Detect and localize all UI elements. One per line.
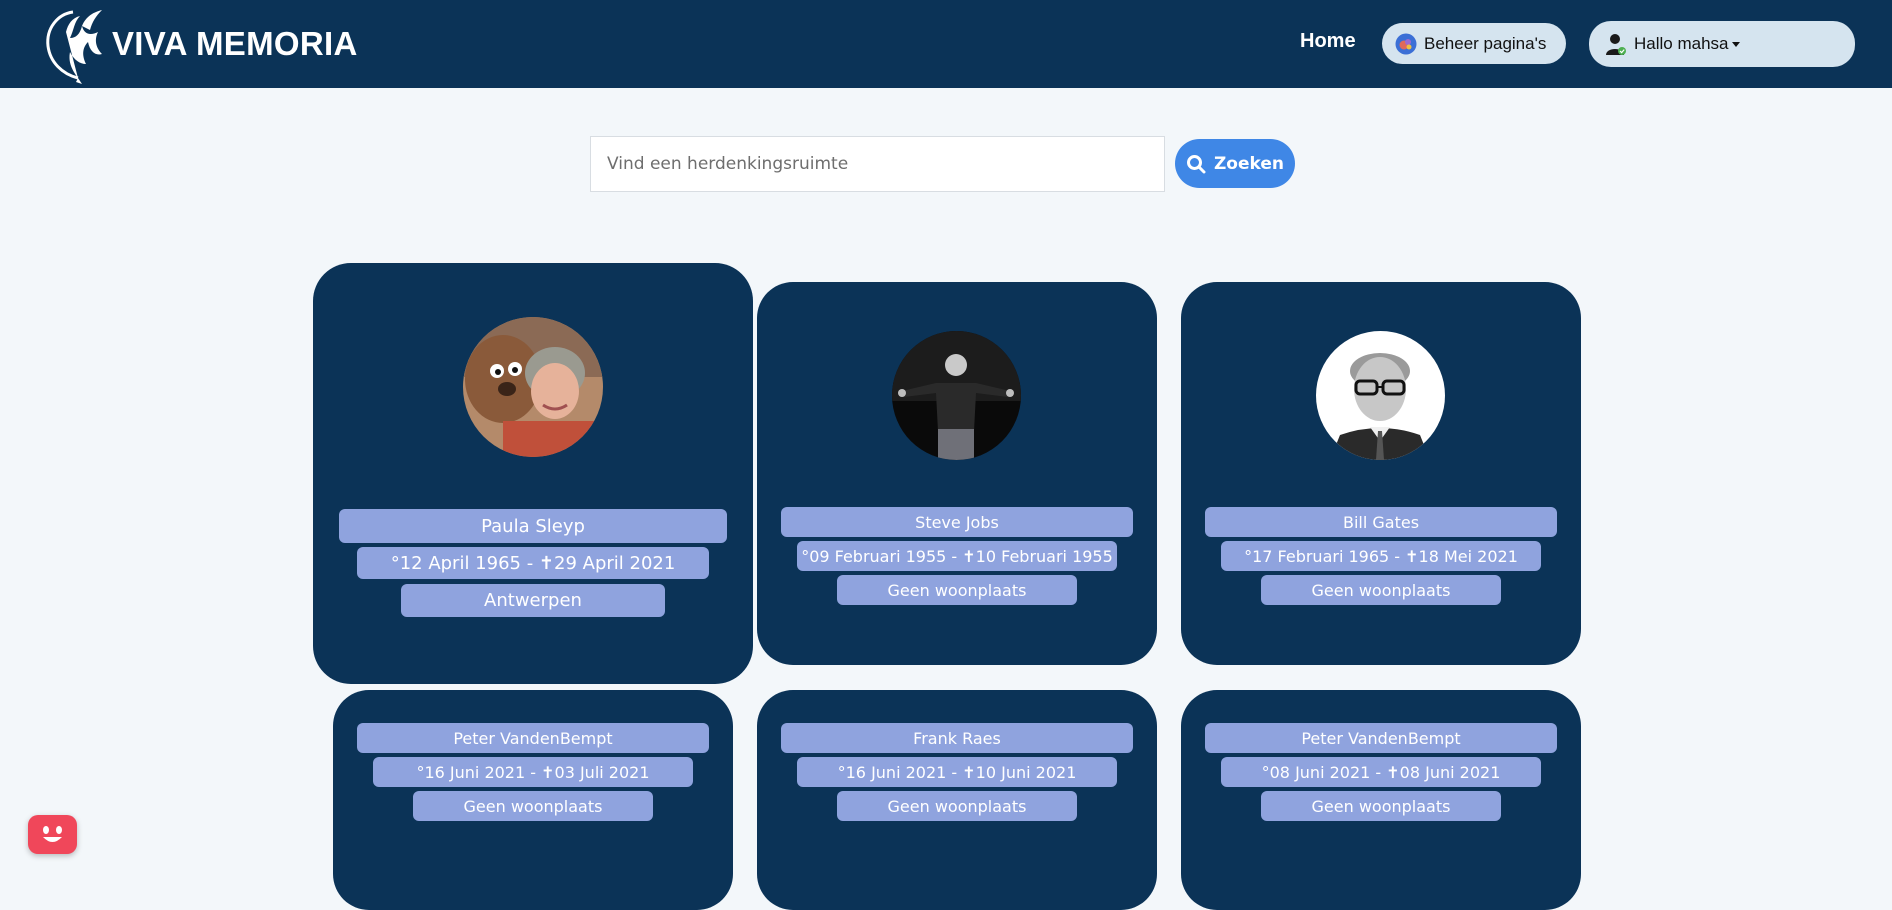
chat-widget-button[interactable] [28, 815, 77, 854]
card-place-tag: Geen woonplaats [837, 575, 1077, 605]
memorial-card[interactable]: Bill Gates °17 Februari 1965 - ✝18 Mei 2… [1181, 282, 1581, 665]
card-place-tag: Geen woonplaats [837, 791, 1077, 821]
phoenix-logo-icon [46, 10, 102, 84]
card-dates-tag: °12 April 1965 - ✝29 April 2021 [357, 547, 709, 579]
card-place-tag: Antwerpen [401, 584, 665, 617]
memorial-card[interactable]: Steve Jobs °09 Februari 1955 - ✝10 Febru… [757, 282, 1157, 665]
card-name-tag: Paula Sleyp [339, 509, 727, 543]
card-dates-tag: °08 Juni 2021 - ✝08 Juni 2021 [1221, 757, 1541, 787]
card-name-tag: Steve Jobs [781, 507, 1133, 537]
manage-pages-button[interactable]: Beheer pagina's [1382, 23, 1566, 64]
user-menu-dropdown[interactable]: Hallo mahsa [1589, 21, 1855, 67]
brand-name: VIVA MEMORIA [112, 25, 358, 62]
memorial-card[interactable]: Paula Sleyp °12 April 1965 - ✝29 April 2… [313, 263, 753, 684]
card-name-tag: Peter VandenBempt [357, 723, 709, 753]
memorial-card[interactable]: Peter VandenBempt °08 Juni 2021 - ✝08 Ju… [1181, 690, 1581, 910]
card-dates-tag: °16 Juni 2021 - ✝03 Juli 2021 [373, 757, 693, 787]
manage-pages-label: Beheer pagina's [1424, 33, 1547, 53]
card-dates-tag: °17 Februari 1965 - ✝18 Mei 2021 [1221, 541, 1541, 571]
memorial-card[interactable]: Frank Raes °16 Juni 2021 - ✝10 Juni 2021… [757, 690, 1157, 910]
card-name-tag: Bill Gates [1205, 507, 1557, 537]
manage-pages-icon [1395, 33, 1417, 54]
search-input[interactable] [590, 136, 1165, 192]
user-icon [1606, 34, 1626, 55]
card-dates-tag: °16 Juni 2021 - ✝10 Juni 2021 [797, 757, 1117, 787]
card-place-tag: Geen woonplaats [413, 791, 653, 821]
search-button[interactable]: Zoeken [1175, 139, 1295, 188]
paula-sleyp-photo [463, 317, 603, 457]
search-icon [1186, 154, 1206, 173]
card-dates-tag: °09 Februari 1955 - ✝10 Februari 1955 [797, 541, 1117, 571]
card-name-tag: Frank Raes [781, 723, 1133, 753]
user-greeting: Hallo mahsa [1634, 34, 1729, 53]
card-place-tag: Geen woonplaats [1261, 791, 1501, 821]
top-navbar: VIVA MEMORIA Home Beheer pagina's Hallo … [0, 0, 1892, 88]
memorial-card[interactable]: Peter VandenBempt °16 Juni 2021 - ✝03 Ju… [333, 690, 733, 910]
card-name-tag: Peter VandenBempt [1205, 723, 1557, 753]
chevron-down-icon [1731, 41, 1740, 47]
brand-link[interactable]: VIVA MEMORIA [38, 4, 358, 84]
steve-jobs-photo [892, 331, 1021, 460]
nav-home-link[interactable]: Home [1300, 30, 1356, 53]
bill-gates-photo [1316, 331, 1445, 460]
card-place-tag: Geen woonplaats [1261, 575, 1501, 605]
search-button-label: Zoeken [1213, 153, 1285, 174]
chat-bot-icon [43, 826, 62, 842]
